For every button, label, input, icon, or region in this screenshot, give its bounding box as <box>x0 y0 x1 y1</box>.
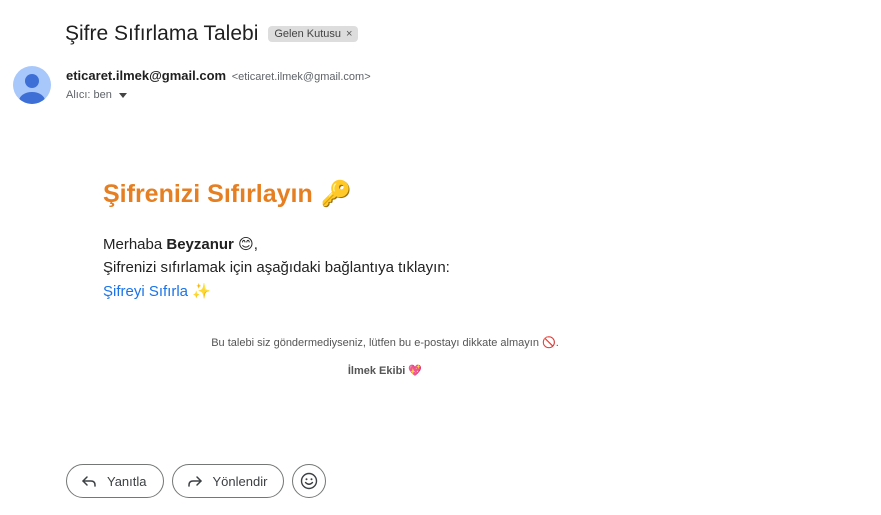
instruction-text: Şifrenizi sıfırlamak için aşağıdaki bağl… <box>103 259 450 276</box>
recipient-name: Beyzanur <box>166 236 234 253</box>
email-body: Şifrenizi Sıfırlayın 🔑 Merhaba Beyzanur … <box>103 180 703 300</box>
heading-text: Şifrenizi Sıfırlayın <box>103 180 313 208</box>
reset-link-row: Şifreyi Sıfırla ✨ <box>103 282 703 300</box>
details-dropdown-icon[interactable] <box>118 92 127 98</box>
team-name: İlmek Ekibi <box>347 365 406 377</box>
inbox-label-chip[interactable]: Gelen Kutusu × <box>268 26 359 42</box>
forward-icon <box>187 476 202 487</box>
inbox-label-text: Gelen Kutusu <box>274 28 342 40</box>
sender-email: <eticaret.ilmek@gmail.com> <box>231 71 371 83</box>
key-icon: 🔑 <box>320 180 352 208</box>
person-icon <box>19 74 45 104</box>
sender-name[interactable]: eticaret.ilmek@gmail.com <box>66 68 226 83</box>
remove-label-icon[interactable]: × <box>346 28 352 40</box>
recipient-text: Alıcı: ben <box>66 89 112 101</box>
reply-icon <box>82 476 96 487</box>
sender-line: eticaret.ilmek@gmail.com <eticaret.ilmek… <box>66 68 371 83</box>
disclaimer-note: Bu talebi siz göndermediyseniz, lütfen b… <box>0 336 770 349</box>
greeting-prefix: Merhaba <box>103 236 167 253</box>
disclaimer-end: . <box>555 337 559 349</box>
reply-button[interactable]: Yanıtla <box>66 464 164 498</box>
email-header: Şifre Sıfırlama Talebi Gelen Kutusu × <box>65 22 359 46</box>
prohibited-icon: 🚫 <box>542 337 556 349</box>
email-heading: Şifrenizi Sıfırlayın 🔑 <box>103 180 703 209</box>
greeting: Merhaba Beyzanur 😊, <box>103 235 703 253</box>
smiley-icon <box>301 472 318 490</box>
email-subject: Şifre Sıfırlama Talebi <box>65 22 259 45</box>
action-bar: Yanıtla Yönlendir <box>66 464 327 498</box>
greeting-suffix: 😊, <box>233 236 258 253</box>
forward-button[interactable]: Yönlendir <box>171 464 285 498</box>
avatar[interactable] <box>13 66 51 104</box>
reply-label: Yanıtla <box>107 473 147 489</box>
disclaimer-text: Bu talebi siz göndermediyseniz, lütfen b… <box>211 337 539 349</box>
heart-icon: 💖 <box>408 365 423 377</box>
emoji-reaction-button[interactable] <box>292 464 327 498</box>
forward-label: Yönlendir <box>212 473 268 489</box>
sparkles-icon: ✨ <box>192 283 211 300</box>
recipient-line: Alıcı: ben <box>66 89 127 101</box>
reset-password-link[interactable]: Şifreyi Sıfırla <box>103 283 188 300</box>
signature: İlmek Ekibi 💖 <box>0 364 770 377</box>
